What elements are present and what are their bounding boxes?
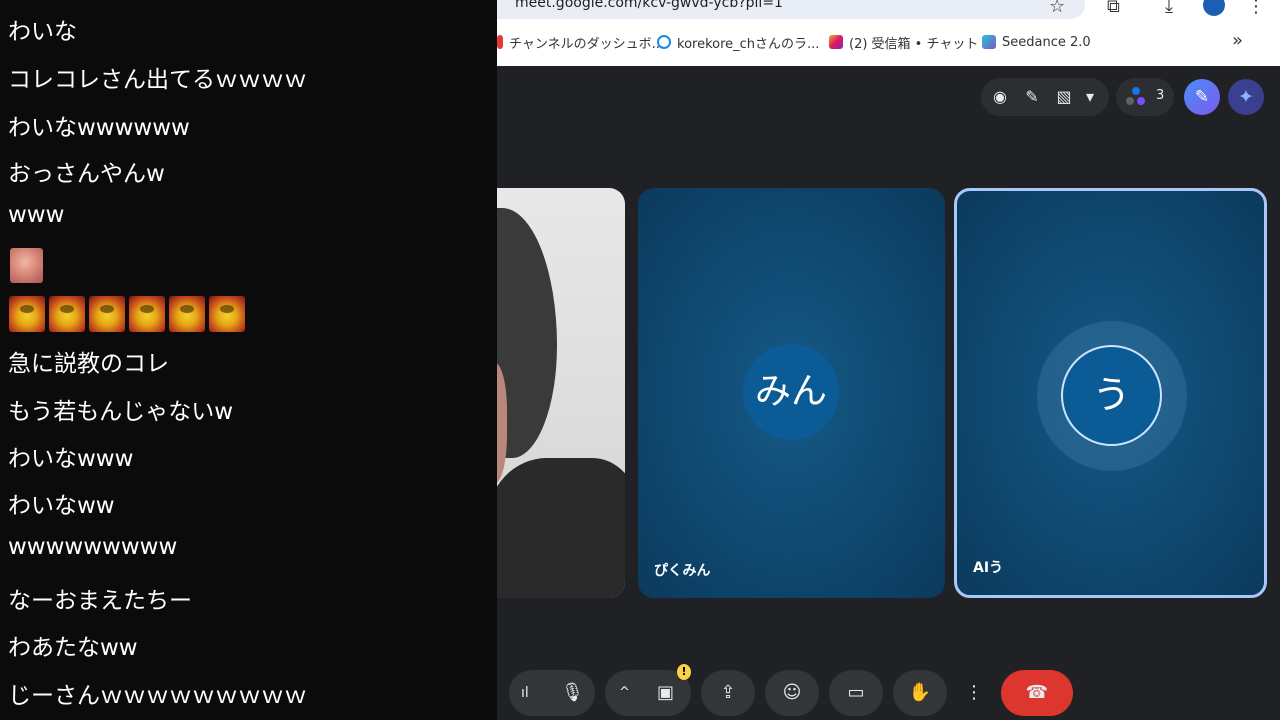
- chat-message: わいな: [8, 19, 77, 45]
- chat-stamp-row: [9, 296, 245, 332]
- participant-tile[interactable]: みん ぴくみん: [638, 188, 945, 598]
- mic-control-group: ıl 🎙: [509, 670, 595, 716]
- fire-chick-stamp: [49, 296, 85, 332]
- end-call-button[interactable]: ☎: [1001, 670, 1073, 716]
- browser-chrome: meet.google.com/kcv-gwvd-ycb?pli=1 ☆ ⧉ ⤓…: [497, 0, 1280, 66]
- menu-kebab-icon[interactable]: ⋮: [1247, 0, 1265, 17]
- instagram-icon: [829, 35, 843, 49]
- bookmark-item[interactable]: チャンネルのダッシュボ...: [497, 30, 664, 54]
- participant-tile-speaking[interactable]: う AIう: [954, 188, 1267, 598]
- participant-count: 3: [1156, 88, 1165, 103]
- microphone-icon[interactable]: 🎙: [561, 670, 584, 716]
- chat-face-stamp: [10, 248, 43, 283]
- captions-button[interactable]: ▭: [829, 670, 883, 716]
- bookmark-star-icon[interactable]: ☆: [1049, 0, 1065, 17]
- emoji-reaction-button[interactable]: ☺: [765, 670, 819, 716]
- youtube-studio-icon: [497, 35, 503, 49]
- participants-button[interactable]: 3: [1116, 78, 1174, 116]
- chat-message: じーさんｗｗｗｗｗｗｗｗｗ: [8, 683, 307, 709]
- bookmark-label: korekore_chさんのラ...: [677, 36, 820, 52]
- bookmark-label: Seedance 2.0: [1002, 34, 1091, 50]
- record-icon[interactable]: ◉: [989, 86, 1011, 108]
- people-icon: [1126, 87, 1145, 105]
- chat-message: わいなwwwwww: [8, 115, 190, 141]
- chat-message: わあたなww: [8, 635, 138, 661]
- avatar: みん: [743, 344, 839, 440]
- chat-message: wwwwwwwww: [8, 534, 178, 560]
- bookmark-item[interactable]: (2) 受信箱 • チャット: [829, 30, 978, 54]
- bookmarks-bar: チャンネルのダッシュボ... korekore_chさんのラ... (2) 受信…: [497, 30, 1280, 54]
- participant-name: AIう: [973, 560, 1004, 576]
- gemini-icon[interactable]: ✦: [1228, 79, 1264, 115]
- avatar: う: [1061, 345, 1162, 446]
- chat-message: 急に説教のコレ: [8, 351, 169, 377]
- chat-message: コレコレさん出てるｗｗｗｗ: [8, 67, 307, 93]
- notes-icon[interactable]: ✎: [1021, 86, 1043, 108]
- chat-message: もう若もんじゃないw: [8, 399, 234, 425]
- extensions-icon[interactable]: ⧉: [1107, 0, 1120, 17]
- chat-overlay: わいな コレコレさん出てるｗｗｗｗ わいなwwwwww おっさんやんw www …: [0, 0, 497, 720]
- bookmark-item[interactable]: Seedance 2.0: [982, 30, 1091, 54]
- chat-message: わいなwww: [8, 446, 134, 472]
- fire-chick-stamp: [169, 296, 205, 332]
- camera-control-group: ^ ▣ !: [605, 664, 691, 716]
- present-screen-button[interactable]: ⇪: [701, 670, 755, 716]
- fire-chick-stamp: [129, 296, 165, 332]
- warning-badge-icon: !: [677, 664, 691, 680]
- chat-message: おっさんやんw: [8, 161, 165, 187]
- bookmark-label: チャンネルのダッシュボ...: [509, 36, 665, 52]
- camera-icon[interactable]: ▣: [657, 670, 674, 716]
- audio-level-icon[interactable]: ıl: [521, 670, 529, 716]
- chat-message: わいなww: [8, 493, 115, 519]
- headset-icon: [657, 35, 671, 49]
- chevron-double-right-icon[interactable]: »: [1232, 30, 1243, 51]
- chat-message: www: [8, 202, 65, 228]
- fire-chick-stamp: [89, 296, 125, 332]
- chevron-up-icon[interactable]: ^: [619, 670, 630, 716]
- camera-person-body: [497, 458, 625, 598]
- fire-chick-stamp: [9, 296, 45, 332]
- participant-name: ぴくみん: [654, 563, 711, 579]
- seedance-icon: [982, 35, 996, 49]
- participant-video-tile[interactable]: [497, 188, 625, 598]
- bookmark-label: (2) 受信箱 • チャット: [849, 36, 979, 52]
- bookmark-item[interactable]: korekore_chさんのラ...: [657, 30, 819, 54]
- download-icon[interactable]: ⤓: [1165, 0, 1173, 17]
- chat-message: なーおまえたちー: [8, 588, 192, 614]
- fire-chick-stamp: [209, 296, 245, 332]
- pencil-icon[interactable]: ✎: [1184, 79, 1220, 115]
- profile-avatar[interactable]: [1203, 0, 1225, 16]
- raise-hand-button[interactable]: ✋: [893, 670, 947, 716]
- captions-off-icon[interactable]: ▧: [1053, 86, 1075, 108]
- meet-stage: ◉ ✎ ▧ ▾ 3 ✎ ✦ みん ぴくみん う AIう ıl 🎙 ^ ▣ ! ⇪…: [497, 66, 1280, 720]
- address-bar[interactable]: meet.google.com/kcv-gwvd-ycb?pli=1 ☆: [497, 0, 1085, 19]
- meeting-tools-pill: ◉ ✎ ▧ ▾: [981, 78, 1109, 116]
- chevron-down-icon[interactable]: ▾: [1079, 86, 1101, 108]
- url-text: meet.google.com/kcv-gwvd-ycb?pli=1: [515, 0, 783, 11]
- more-options-button[interactable]: ⋮: [957, 670, 991, 716]
